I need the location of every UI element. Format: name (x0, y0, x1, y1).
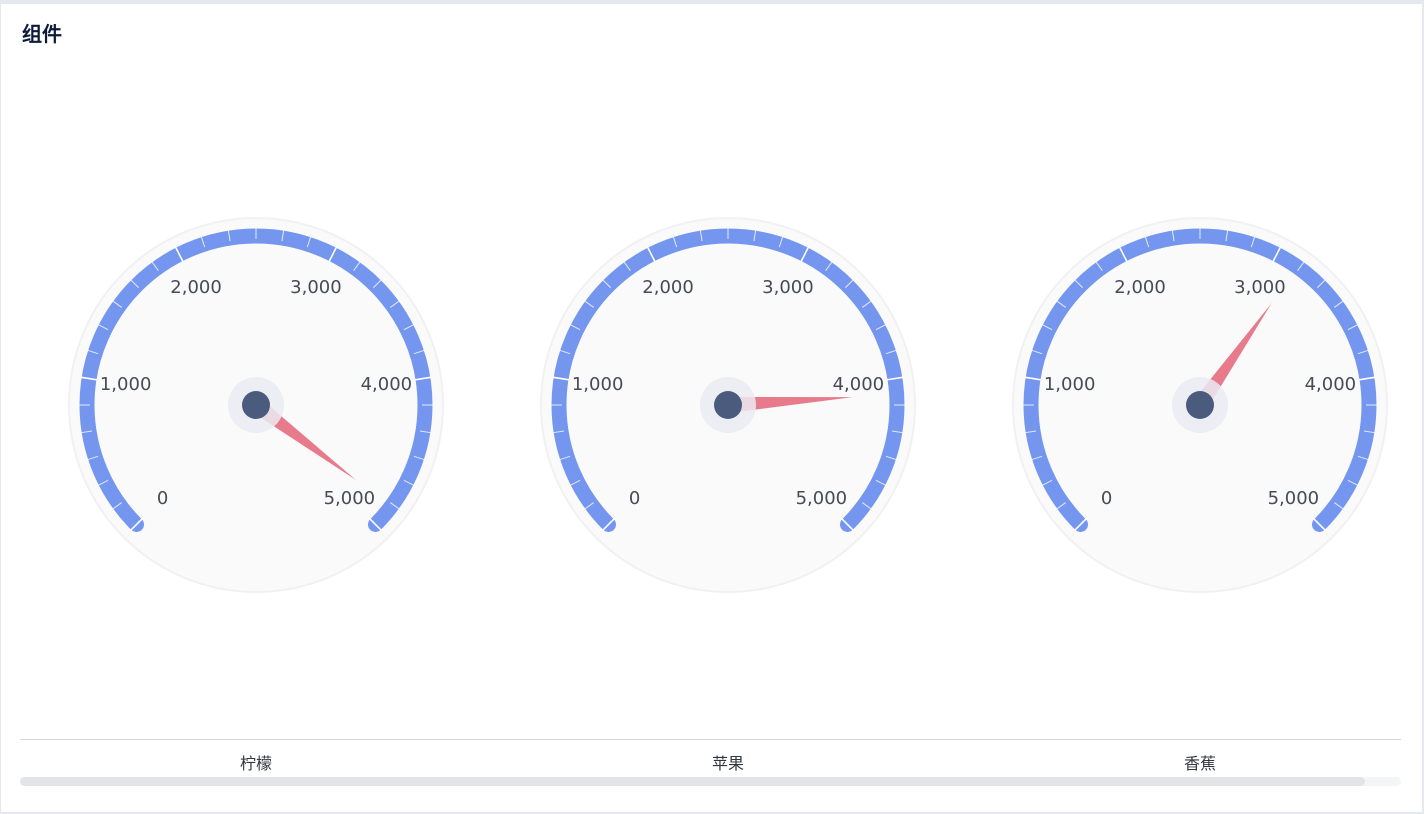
category-label: 苹果 (711, 754, 744, 773)
tick-label: 1,000 (572, 374, 624, 395)
gauge-3: 0 1,000 2,000 3,000 4,000 5,000 (1012, 217, 1388, 593)
category-label: 香蕉 (1183, 754, 1216, 773)
tick-label: 5,000 (796, 488, 848, 509)
horizontal-scrollbar[interactable] (20, 777, 1401, 786)
category-label: 柠檬 (239, 754, 272, 773)
tick-label: 0 (157, 488, 168, 509)
gauge-hub (242, 391, 270, 419)
gauge-chart: 0 1,000 2,000 3,000 4,000 5,000 0 1,000 2,000 3,0… (68, 217, 1388, 593)
tick-label: 5,000 (324, 488, 376, 509)
gauge-1: 0 1,000 2,000 3,000 4,000 5,000 (68, 217, 444, 593)
tick-label: 1,000 (1044, 374, 1096, 395)
tick-label: 4,000 (833, 374, 885, 395)
gauge-hub (714, 391, 742, 419)
tick-label: 0 (1101, 488, 1112, 509)
gauge-hub (1186, 391, 1214, 419)
gauge-2: 0 1,000 2,000 3,000 4,000 5,000 (540, 217, 916, 593)
scrollbar-thumb[interactable] (20, 777, 1366, 786)
tick-label: 2,000 (170, 277, 222, 298)
tick-label: 2,000 (1114, 277, 1166, 298)
tick-label: 5,000 (1268, 488, 1320, 509)
tick-label: 4,000 (361, 374, 413, 395)
axis-divider (20, 739, 1401, 740)
tick-label: 3,000 (1234, 277, 1286, 298)
tick-label: 3,000 (762, 277, 814, 298)
tick-label: 3,000 (290, 277, 342, 298)
tick-label: 1,000 (100, 374, 152, 395)
tick-label: 2,000 (642, 277, 694, 298)
tick-label: 0 (629, 488, 640, 509)
tick-label: 4,000 (1305, 374, 1357, 395)
